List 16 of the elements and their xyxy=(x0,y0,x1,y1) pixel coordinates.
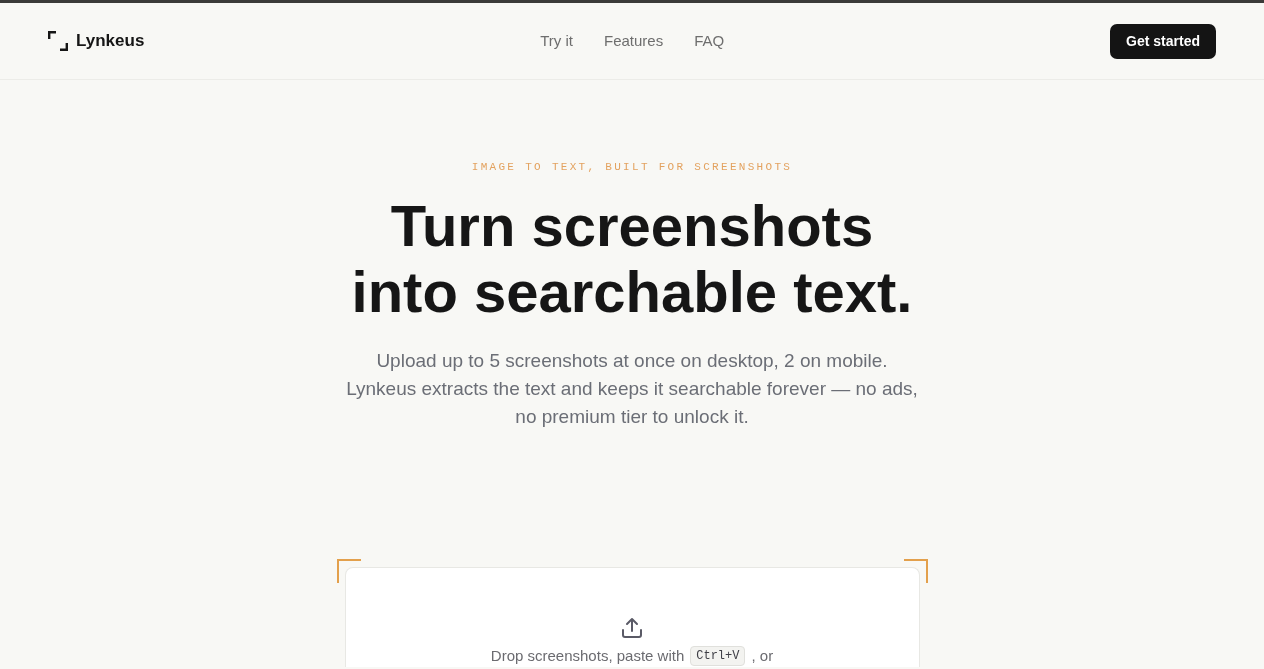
drop-prompt-text: , or xyxy=(751,646,774,666)
hero-description: Upload up to 5 screenshots at once on desktop, 2 on mobile. Lynkeus extracts the text and keeps it searchable forever — no ads, no premium tier to unlock it. xyxy=(345,349,919,429)
get-started-button[interactable]: Get started xyxy=(1110,23,1216,59)
hero-title: Turn screenshots into searchable text. xyxy=(350,193,914,325)
logo-link[interactable]: Lynkeus xyxy=(48,28,145,54)
nav-link[interactable]: Features xyxy=(604,29,664,53)
drop-zone[interactable]: Drop screenshots, paste with Ctrl+V , or xyxy=(344,567,920,667)
corner-bracket-icon xyxy=(336,559,361,583)
corner-bracket-icon xyxy=(903,559,928,583)
keyboard-shortcut: Ctrl+V xyxy=(690,646,746,666)
drop-prompt-text: Drop screenshots, paste with xyxy=(490,646,685,666)
nav-link[interactable]: FAQ xyxy=(694,29,725,53)
nav-link[interactable]: Try it xyxy=(540,29,573,53)
logo-icon xyxy=(48,31,68,51)
upload-icon xyxy=(621,617,643,639)
eyebrow-text: IMAGE TO TEXT, BUILT FOR SCREENSHOTS xyxy=(470,160,794,175)
